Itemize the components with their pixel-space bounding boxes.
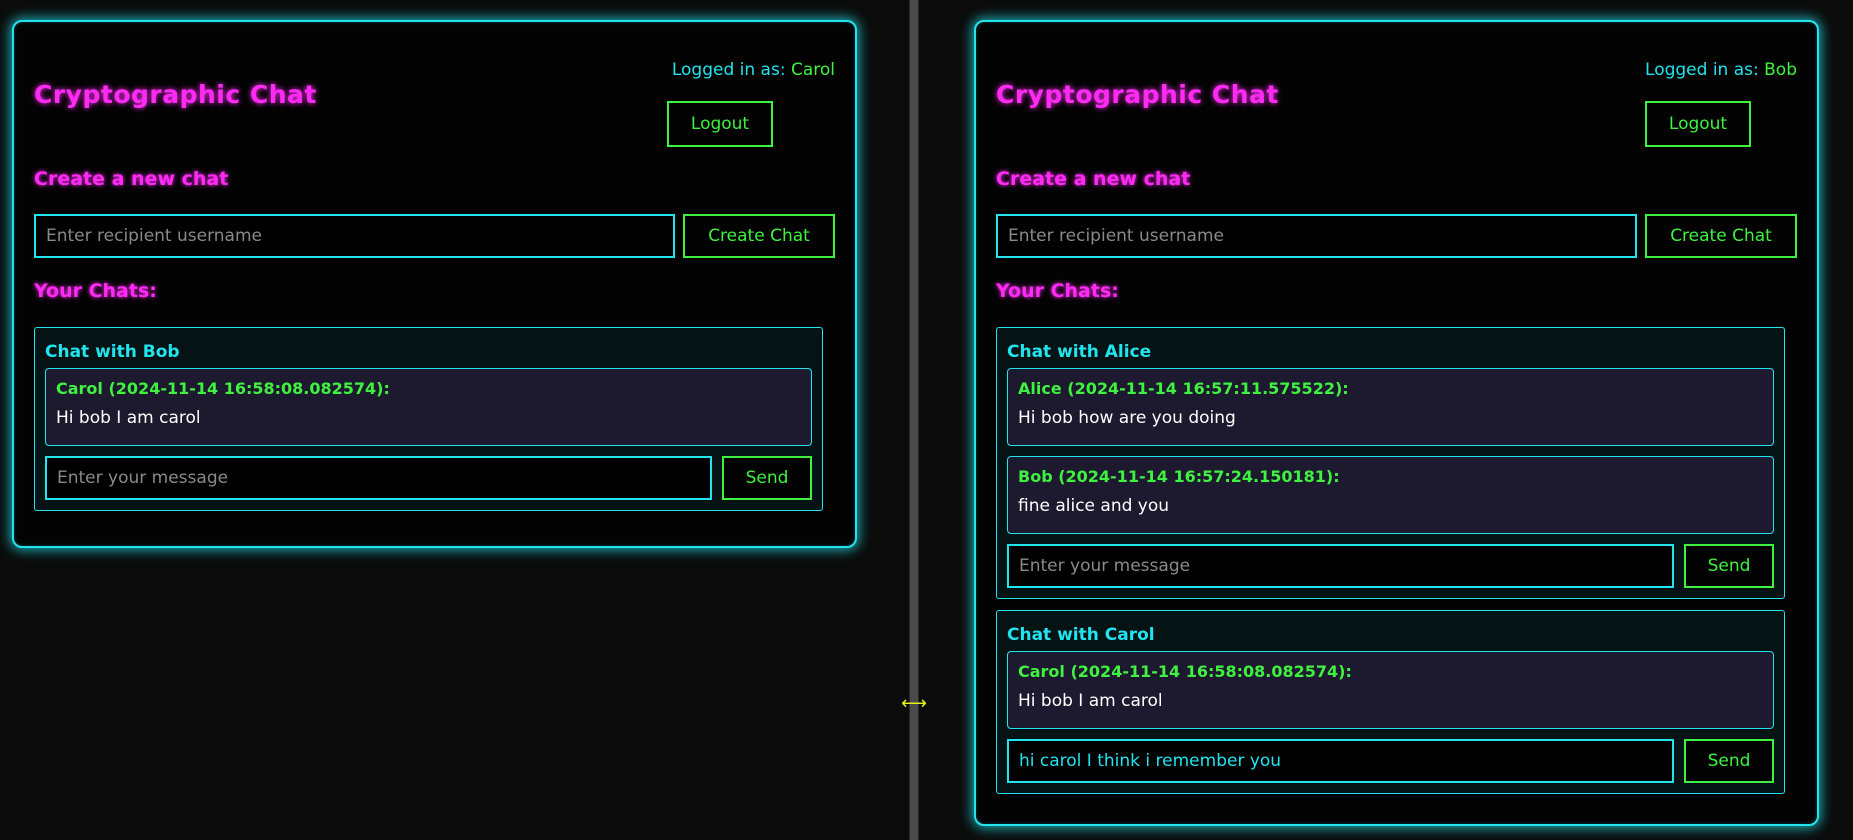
logged-in-status: Logged in as: Carol <box>672 60 835 80</box>
message-meta: Bob (2024-11-14 16:57:24.150181): <box>1018 467 1340 486</box>
logout-button[interactable]: Logout <box>667 101 773 147</box>
message-text: Hi bob how are you doing <box>1018 408 1236 428</box>
logged-in-prefix: Logged in as: <box>1645 60 1765 80</box>
message: Carol (2024-11-14 16:58:08.082574): Hi b… <box>45 368 812 446</box>
chat-list: Chat with Alice Alice (2024-11-14 16:57:… <box>996 327 1785 805</box>
create-chat-button[interactable]: Create Chat <box>683 214 835 258</box>
chat-app-panel: Cryptographic Chat Logged in as: Bob Log… <box>974 20 1819 826</box>
message-input[interactable] <box>1007 544 1674 588</box>
message-input[interactable] <box>45 456 712 500</box>
message-text: fine alice and you <box>1018 496 1170 516</box>
pane-splitter[interactable] <box>909 0 919 840</box>
message-meta: Alice (2024-11-14 16:57:11.575522): <box>1018 379 1349 398</box>
message: Bob (2024-11-14 16:57:24.150181): fine a… <box>1007 456 1774 534</box>
message: Carol (2024-11-14 16:58:08.082574): Hi b… <box>1007 651 1774 729</box>
left-browser-pane: Cryptographic Chat Logged in as: Carol L… <box>0 0 909 840</box>
message-compose-row: Send <box>45 456 812 500</box>
message-text: Hi bob I am carol <box>1018 691 1163 711</box>
send-button[interactable]: Send <box>722 456 812 500</box>
your-chats-heading: Your Chats: <box>34 280 157 302</box>
message: Alice (2024-11-14 16:57:11.575522): Hi b… <box>1007 368 1774 446</box>
recipient-username-input[interactable] <box>996 214 1637 258</box>
right-browser-pane: Cryptographic Chat Logged in as: Bob Log… <box>919 0 1853 840</box>
recipient-username-input[interactable] <box>34 214 675 258</box>
logged-in-prefix: Logged in as: <box>671 60 791 80</box>
message-input[interactable] <box>1007 739 1674 783</box>
chat-title: Chat with Carol <box>1007 625 1155 645</box>
logged-in-status: Logged in as: Bob <box>1645 60 1797 80</box>
chat-card-carol: Chat with Carol Carol (2024-11-14 16:58:… <box>996 610 1785 794</box>
message-compose-row: Send <box>1007 739 1774 783</box>
chat-title: Chat with Alice <box>1007 342 1152 362</box>
chat-card-bob: Chat with Bob Carol (2024-11-14 16:58:08… <box>34 327 823 511</box>
create-chat-button[interactable]: Create Chat <box>1645 214 1797 258</box>
chat-app-panel: Cryptographic Chat Logged in as: Carol L… <box>12 20 857 548</box>
chat-title: Chat with Bob <box>45 342 180 362</box>
chat-list: Chat with Bob Carol (2024-11-14 16:58:08… <box>34 327 823 522</box>
create-chat-heading: Create a new chat <box>34 168 229 190</box>
create-chat-heading: Create a new chat <box>996 168 1191 190</box>
logged-in-user: Bob <box>1764 60 1797 80</box>
app-title: Cryptographic Chat <box>34 80 317 109</box>
message-text: Hi bob I am carol <box>56 408 201 428</box>
send-button[interactable]: Send <box>1684 544 1774 588</box>
message-meta: Carol (2024-11-14 16:58:08.082574): <box>1018 662 1352 681</box>
your-chats-heading: Your Chats: <box>996 280 1119 302</box>
message-compose-row: Send <box>1007 544 1774 588</box>
app-title: Cryptographic Chat <box>996 80 1279 109</box>
logged-in-user: Carol <box>790 60 835 80</box>
message-meta: Carol (2024-11-14 16:58:08.082574): <box>56 379 390 398</box>
send-button[interactable]: Send <box>1684 739 1774 783</box>
logout-button[interactable]: Logout <box>1645 101 1751 147</box>
chat-card-alice: Chat with Alice Alice (2024-11-14 16:57:… <box>996 327 1785 599</box>
